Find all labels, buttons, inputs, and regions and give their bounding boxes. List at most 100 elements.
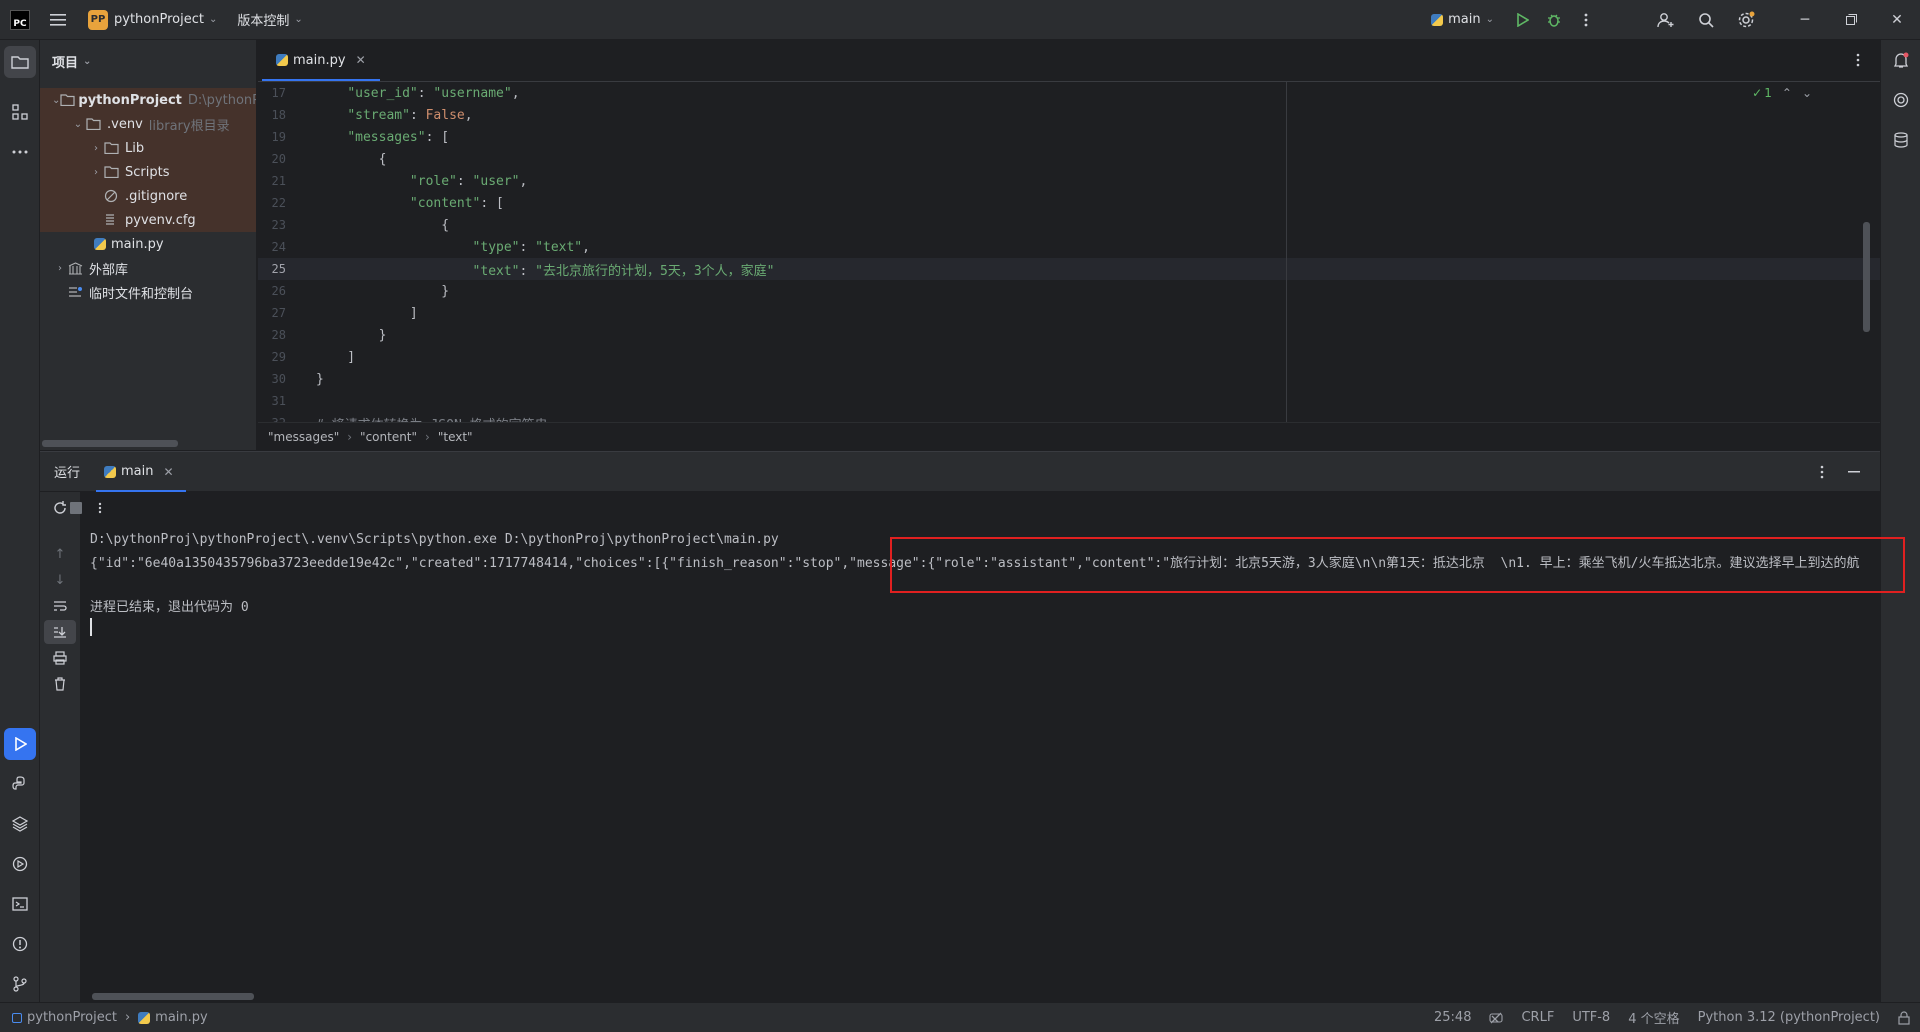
status-indent[interactable]: 4 个空格 bbox=[1628, 1008, 1679, 1027]
database-button[interactable] bbox=[1885, 124, 1917, 156]
line-number[interactable]: 23 bbox=[258, 218, 292, 232]
chevron-down-icon[interactable]: ⌄ bbox=[1802, 86, 1812, 100]
line-number[interactable]: 28 bbox=[258, 328, 292, 342]
run-tab-main[interactable]: main ✕ bbox=[92, 452, 186, 492]
line-number[interactable]: 31 bbox=[258, 394, 292, 408]
tree-item-pyvenv-cfg[interactable]: pyvenv.cfg bbox=[40, 208, 256, 232]
tree-item-scripts[interactable]: › Scripts bbox=[40, 160, 256, 184]
lock-icon[interactable] bbox=[1898, 1010, 1910, 1025]
code-line: 23 { bbox=[258, 214, 1880, 236]
tree-item-pythonproject[interactable]: ⌄ pythonProject D:\pythonP bbox=[40, 88, 256, 112]
line-number[interactable]: 21 bbox=[258, 174, 292, 188]
readonly-toggle-icon[interactable] bbox=[1489, 1011, 1504, 1025]
editor-tabs-menu-button[interactable] bbox=[1842, 44, 1874, 76]
inspection-widget[interactable]: ✓ 1 ⌃ ⌄ bbox=[1752, 86, 1812, 100]
status-caret-position[interactable]: 25:48 bbox=[1434, 1010, 1471, 1025]
status-project[interactable]: pythonProject bbox=[12, 1010, 117, 1025]
status-file[interactable]: main.py bbox=[138, 1010, 208, 1025]
line-number[interactable]: 18 bbox=[258, 108, 292, 122]
line-number[interactable]: 25 bbox=[258, 262, 292, 276]
more-actions-button[interactable] bbox=[1570, 4, 1602, 36]
code-line: 27 ] bbox=[258, 302, 1880, 324]
code-text: ] bbox=[316, 305, 418, 321]
horizontal-scrollbar[interactable] bbox=[42, 440, 178, 447]
close-icon[interactable]: ✕ bbox=[356, 53, 366, 67]
line-number[interactable]: 26 bbox=[258, 284, 292, 298]
vcs-menu[interactable]: 版本控制 ⌄ bbox=[237, 0, 302, 40]
more-horizontal-icon bbox=[12, 150, 28, 154]
scroll-to-end-button[interactable] bbox=[44, 620, 76, 644]
line-number[interactable]: 29 bbox=[258, 350, 292, 364]
tab-label: main.py bbox=[293, 52, 346, 68]
minimize-button[interactable]: ─ bbox=[1782, 0, 1828, 40]
structure-tool-button[interactable] bbox=[4, 96, 36, 128]
status-encoding[interactable]: UTF-8 bbox=[1572, 1010, 1610, 1025]
run-panel-options-button[interactable] bbox=[1806, 456, 1838, 488]
tree-item-gitignore[interactable]: .gitignore bbox=[40, 184, 256, 208]
main-menu-button[interactable] bbox=[42, 4, 74, 36]
hide-panel-button[interactable] bbox=[1838, 456, 1870, 488]
tree-item-lib[interactable]: › Lib bbox=[40, 136, 256, 160]
code-text: } bbox=[316, 371, 324, 387]
trash-icon bbox=[55, 677, 65, 691]
arrow-down-icon[interactable]: ↓ bbox=[44, 568, 76, 592]
tree-item-main-py[interactable]: main.py bbox=[40, 232, 256, 256]
project-tool-button[interactable] bbox=[4, 46, 36, 78]
python-packages-button[interactable] bbox=[4, 808, 36, 840]
tree-label: pyvenv.cfg bbox=[125, 212, 196, 228]
tree-item-scratches[interactable]: 临时文件和控制台 bbox=[40, 280, 256, 304]
line-number[interactable]: 20 bbox=[258, 152, 292, 166]
git-button[interactable] bbox=[4, 968, 36, 1000]
settings-button[interactable] bbox=[1730, 4, 1762, 36]
debug-button[interactable] bbox=[1538, 4, 1570, 36]
chevron-up-icon[interactable]: ⌃ bbox=[1782, 86, 1792, 100]
line-number[interactable]: 17 bbox=[258, 86, 292, 100]
close-window-button[interactable]: ✕ bbox=[1874, 0, 1920, 40]
project-panel-header[interactable]: 项目 ⌄ bbox=[40, 40, 256, 82]
more-vertical-icon bbox=[1584, 13, 1588, 26]
breadcrumb-item[interactable]: "content" bbox=[360, 430, 417, 444]
vertical-scrollbar[interactable] bbox=[1863, 222, 1870, 332]
run-config-selector[interactable]: main ⌄ bbox=[1431, 0, 1494, 40]
more-tools-button[interactable] bbox=[4, 136, 36, 168]
code-line: 31 bbox=[258, 390, 1880, 412]
run-more-button[interactable] bbox=[88, 496, 112, 520]
tree-item-venv[interactable]: ⌄ .venv library根目录 bbox=[40, 112, 256, 136]
stop-button[interactable] bbox=[64, 496, 88, 520]
tree-item-external-libraries[interactable]: › 外部库 bbox=[40, 256, 256, 280]
tree-hint: library根目录 bbox=[148, 118, 230, 134]
line-number[interactable]: 27 bbox=[258, 306, 292, 320]
module-icon bbox=[12, 1012, 22, 1023]
status-line-separator[interactable]: CRLF bbox=[1521, 1010, 1554, 1025]
ai-assistant-button[interactable] bbox=[1885, 84, 1917, 116]
soft-wrap-button[interactable] bbox=[44, 594, 76, 618]
status-interpreter[interactable]: Python 3.12 (pythonProject) bbox=[1698, 1010, 1880, 1025]
close-icon[interactable]: ✕ bbox=[164, 465, 174, 479]
terminal-button[interactable] bbox=[4, 888, 36, 920]
clear-all-button[interactable] bbox=[44, 672, 76, 696]
notifications-button[interactable] bbox=[1885, 44, 1917, 76]
console-horizontal-scrollbar[interactable] bbox=[92, 993, 254, 1000]
arrow-up-icon[interactable]: ↑ bbox=[44, 542, 76, 566]
python-console-button[interactable] bbox=[4, 768, 36, 800]
run-button[interactable] bbox=[1506, 4, 1538, 36]
breadcrumb-item[interactable]: "messages" bbox=[268, 430, 339, 444]
line-number[interactable]: 22 bbox=[258, 196, 292, 210]
line-number[interactable]: 24 bbox=[258, 240, 292, 254]
project-switcher[interactable]: PP pythonProject ⌄ bbox=[88, 0, 217, 40]
code-view[interactable]: 17 "user_id": "username", 18 "stream": Fa… bbox=[258, 82, 1880, 422]
search-button[interactable] bbox=[1690, 4, 1722, 36]
breadcrumb-item[interactable]: "text" bbox=[438, 430, 473, 444]
run-tool-button[interactable] bbox=[4, 728, 36, 760]
print-button[interactable] bbox=[44, 646, 76, 670]
line-number[interactable]: 30 bbox=[258, 372, 292, 386]
tab-main-py[interactable]: main.py ✕ bbox=[262, 39, 380, 81]
line-number[interactable]: 19 bbox=[258, 130, 292, 144]
console-output[interactable]: D:\pythonProj\pythonProject\.venv\Script… bbox=[90, 528, 1920, 998]
tree-label: pythonProject bbox=[78, 92, 182, 108]
services-button[interactable] bbox=[4, 848, 36, 880]
add-user-button[interactable] bbox=[1650, 4, 1682, 36]
python-file-icon bbox=[94, 238, 106, 250]
problems-button[interactable] bbox=[4, 928, 36, 960]
restore-button[interactable] bbox=[1828, 0, 1874, 40]
